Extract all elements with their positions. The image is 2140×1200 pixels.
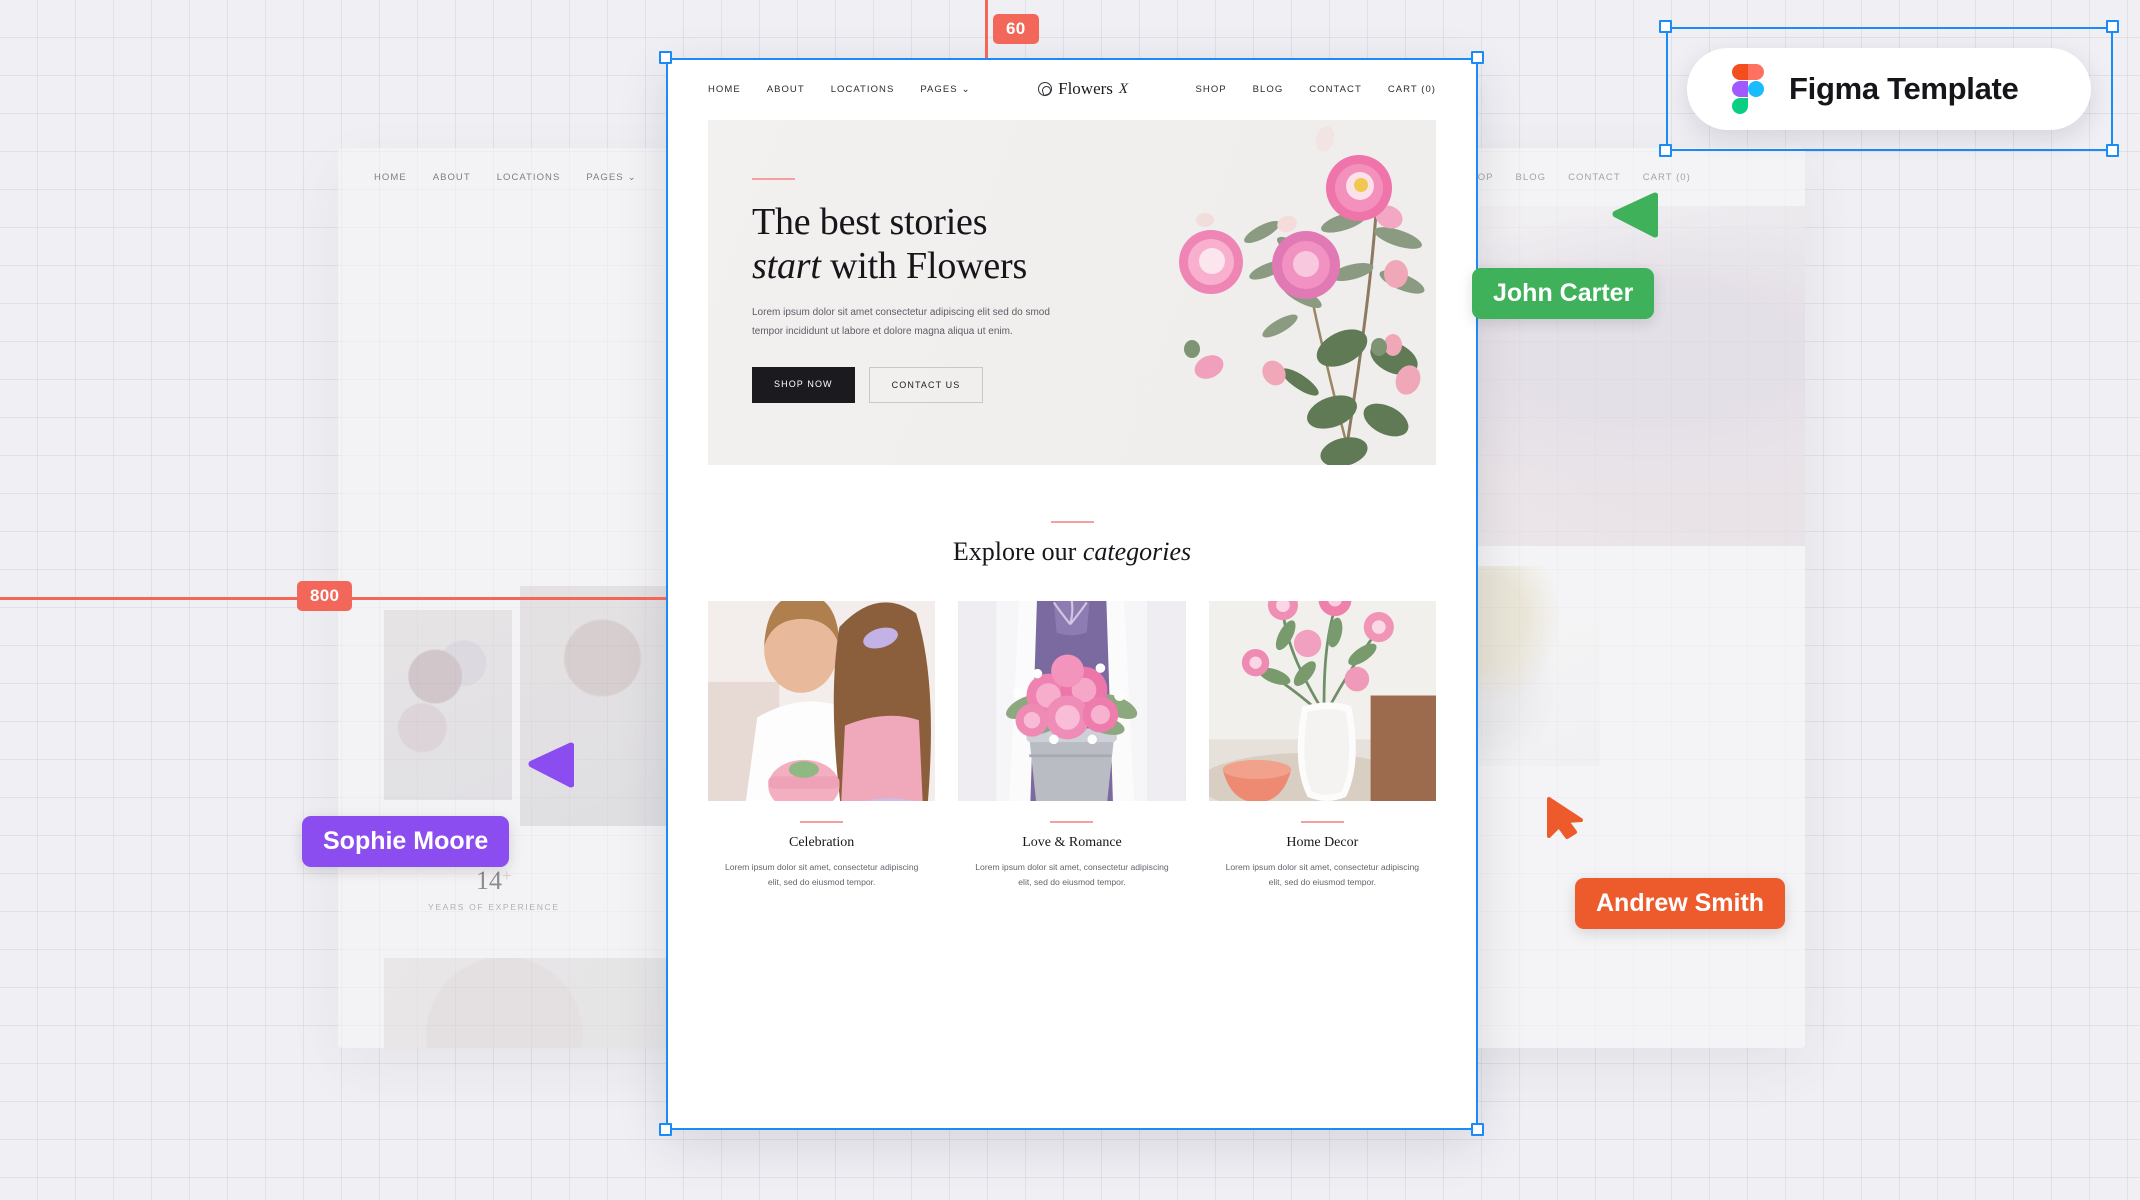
category-meta-celebration: Celebration Lorem ipsum dolor sit amet, … [708,801,935,891]
figma-logo-icon [1732,64,1764,114]
hero-title: The best stories start with Flowers [752,200,1087,288]
category-accent-rule [1050,821,1094,823]
selection-handle-top-left[interactable] [659,51,672,64]
nav-item-blog[interactable]: BLOG [1253,84,1284,95]
nav-item-about[interactable]: ABOUT [767,84,805,95]
bg-right-nav-item-cart[interactable]: CART (0) [1643,172,1691,183]
category-image-celebration [708,601,936,801]
contact-us-button[interactable]: CONTACT US [868,367,984,404]
category-description-home-decor: Lorem ipsum dolor sit amet, consectetur … [1225,862,1420,888]
logo-x-mark: X [1118,80,1129,97]
category-accent-rule [1300,821,1344,823]
bg-left-nav-links: HOME ABOUT LOCATIONS PAGES ⌄ [374,172,637,183]
figma-template-label: Figma Template [1789,71,2019,106]
hero-title-emphasis: start [752,245,821,288]
figma-badge-handle-bottom-right[interactable] [2106,144,2119,157]
category-image-love-romance [958,601,1186,801]
cursor-john-carter: John Carter [1472,192,1659,319]
bg-left-stat-0: 14+ YEARS OF EXPERIENCE [428,866,560,912]
categories-accent-rule [1050,521,1094,523]
cursor-andrew-smith: Andrew Smith [1545,796,1786,929]
figma-badge-handle-top-right[interactable] [2106,20,2119,33]
selection-handle-bottom-left[interactable] [659,1123,672,1136]
figma-canvas[interactable]: HOME ABOUT LOCATIONS PAGES⌄ Ab Lorem ips… [0,0,2140,1200]
site-nav: HOME ABOUT LOCATIONS PAGES ⌄ Flowers X SH… [666,58,1478,120]
flower-logo-icon [1038,82,1053,96]
hero-title-line-1: The best stories [752,201,988,243]
hero-floral-image [1146,120,1436,465]
nav-left-group: HOME ABOUT LOCATIONS PAGES ⌄ [708,84,971,95]
category-meta-home-decor: Home Decor Lorem ipsum dolor sit amet, c… [1209,801,1436,891]
nav-item-pages[interactable]: PAGES ⌄ [920,84,970,95]
bg-right-nav-item-blog[interactable]: BLOG [1516,172,1547,183]
selection-handle-top-right[interactable] [1471,51,1484,64]
category-card-celebration[interactable]: Celebration Lorem ipsum dolor sit amet, … [708,601,936,891]
hero-accent-rule [752,178,795,180]
bg-left-nav-item-home[interactable]: HOME [374,172,407,183]
bg-right-nav-links: SHOP BLOG CONTACT CART (0) [1462,172,1690,183]
categories-heading-normal: Explore our [952,537,1083,566]
categories-grid: Celebration Lorem ipsum dolor sit amet, … [708,601,1436,891]
hero-content: The best stories start with Flowers Lore… [708,120,1087,465]
figma-badge-handle-top-left[interactable] [1659,20,1672,33]
cursor-arrow-icon [1547,797,1583,839]
bg-left-nav-item-locations[interactable]: LOCATIONS [497,172,561,183]
category-title-home-decor: Home Decor [1286,835,1359,850]
category-title-love-romance: Love & Romance [1022,835,1122,850]
figma-template-badge[interactable]: Figma Template [1687,48,2091,130]
measure-badge-60[interactable]: 60 [993,14,1039,44]
bg-left-nav-item-about[interactable]: ABOUT [433,172,471,183]
nav-item-home[interactable]: HOME [708,84,741,95]
hero-paragraph: Lorem ipsum dolor sit amet consectetur a… [752,307,1050,337]
categories-section: Explore our categories Celebration Lorem… [666,465,1478,891]
category-meta-love-romance: Love & Romance Lorem ipsum dolor sit ame… [958,801,1185,891]
nav-right-group: SHOP BLOG CONTACT CART (0) [1196,84,1436,95]
categories-heading-emphasis: categories [1082,537,1192,566]
measure-line-vertical [985,0,988,58]
hero-buttons: SHOP NOW CONTACT US [752,367,1087,404]
category-title-celebration: Celebration [789,835,855,850]
category-card-love-romance[interactable]: Love & Romance Lorem ipsum dolor sit ame… [958,601,1186,891]
category-description-celebration: Lorem ipsum dolor sit amet, consectetur … [724,862,919,888]
cursor-label-john-carter: John Carter [1472,268,1655,319]
nav-item-locations[interactable]: LOCATIONS [831,84,895,95]
category-image-home-decor [1208,601,1436,801]
cursor-arrow-icon [528,742,575,788]
selection-handle-bottom-right[interactable] [1471,1123,1484,1136]
chevron-down-icon: ⌄ [627,171,637,183]
hero-section: The best stories start with Flowers Lore… [708,120,1436,465]
category-description-love-romance: Lorem ipsum dolor sit amet, consectetur … [975,862,1169,888]
cursor-arrow-icon [1612,192,1659,238]
nav-item-shop[interactable]: SHOP [1196,84,1227,95]
bg-left-photo-1 [384,610,512,800]
hero-title-line-2-rest: with Flowers [820,245,1028,288]
selected-page-home[interactable]: HOME ABOUT LOCATIONS PAGES ⌄ Flowers X SH… [666,58,1478,1130]
shop-now-button[interactable]: SHOP NOW [752,367,855,404]
nav-item-contact[interactable]: CONTACT [1309,84,1362,95]
measure-badge-800[interactable]: 800 [297,581,353,611]
site-logo[interactable]: Flowers X [1038,79,1128,99]
category-card-home-decor[interactable]: Home Decor Lorem ipsum dolor sit amet, c… [1208,601,1436,891]
bg-right-nav-item-contact[interactable]: CONTACT [1568,172,1621,183]
cursor-sophie-moore: Sophie Moore [302,742,575,867]
cursor-label-andrew-smith: Andrew Smith [1575,878,1786,929]
nav-item-cart[interactable]: CART (0) [1388,84,1436,95]
chevron-down-icon: ⌄ [961,83,971,95]
categories-heading: Explore our categories [708,521,1436,567]
category-accent-rule [800,821,844,823]
figma-badge-handle-bottom-left[interactable] [1659,144,1672,157]
cursor-label-sophie-moore: Sophie Moore [302,816,510,867]
logo-text: Flowers [1058,79,1113,98]
bg-left-nav-item-pages[interactable]: PAGES ⌄ [586,172,636,183]
